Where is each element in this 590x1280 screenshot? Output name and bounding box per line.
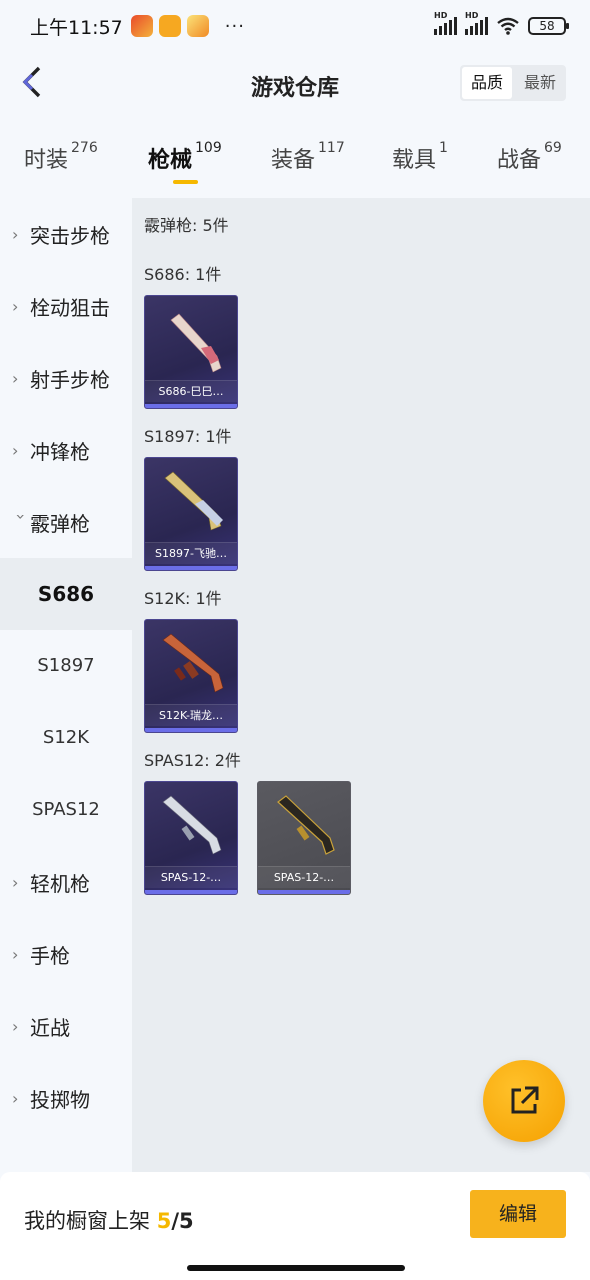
rarity-bar [145,890,237,894]
item-card-label: S686-巳巳… [145,380,237,402]
item-card-label: SPAS-12-… [258,866,350,888]
item-card[interactable]: S1897-飞驰… [144,457,238,571]
notes-app-icon [158,15,181,37]
active-tab-indicator [173,180,198,184]
group-heading: SPAS12: 2件 [144,751,241,770]
chevron-right-icon: › [12,440,19,460]
chevron-down-icon: › [11,513,31,520]
tab-fashion[interactable]: 时装 276 [24,140,98,174]
group-heading: S12K: 1件 [144,589,222,608]
game-app-icon [130,15,153,37]
status-bar: 上午11:57 ··· HD HD 58 [0,0,590,52]
wifi-icon [497,17,519,35]
shotgun-icon [277,795,335,855]
item-card[interactable]: SPAS-12-… [257,781,351,895]
sidebar-item-pistol[interactable]: › 手枪 [0,918,132,990]
sidebar-item-dmr[interactable]: › 射手步枪 [0,342,132,414]
sort-newest-button[interactable]: 最新 [514,65,566,101]
item-card-label: SPAS-12-… [145,866,237,888]
sidebar-item-lmg[interactable]: › 轻机枪 [0,846,132,918]
item-card-label: S1897-飞驰… [145,542,237,564]
shotgun-icon [164,471,223,531]
sidebar-item-throwable[interactable]: › 投掷物 [0,1062,132,1134]
rifle-icon [162,633,224,693]
header: 游戏仓库 品质 最新 [0,52,590,116]
sidebar-item-bolt-sniper[interactable]: › 栓动狙击 [0,270,132,342]
chevron-right-icon: › [12,944,19,964]
sidebar-item-assault-rifle[interactable]: › 突击步枪 [0,198,132,270]
chevron-right-icon: › [12,1088,19,1108]
battery-icon: 58 [528,17,569,35]
showcase-count: 5 [156,1209,172,1233]
more-notifications-icon: ··· [224,15,245,37]
category-tabs: 时装 276 枪械 109 装备 117 载具 1 战备 69 [0,132,590,198]
share-button[interactable] [483,1060,565,1142]
shotgun-icon [170,313,222,373]
chevron-right-icon: › [12,224,19,244]
sidebar-item-shotgun[interactable]: › 霰弹枪 [0,486,132,558]
group-heading: S686: 1件 [144,265,222,284]
group-heading: S1897: 1件 [144,427,232,446]
category-summary: 霰弹枪: 5件 [144,216,229,235]
status-time: 上午11:57 [30,16,123,39]
chevron-right-icon: › [12,872,19,892]
chevron-right-icon: › [12,296,19,316]
tab-equipment[interactable]: 装备 117 [271,140,345,174]
tab-supplies[interactable]: 战备 69 [497,140,562,174]
edit-button[interactable]: 编辑 [470,1190,566,1238]
chevron-right-icon: › [12,368,19,388]
item-card[interactable]: S12K-瑞龙… [144,619,238,733]
sidebar-sub-s12k[interactable]: S12K [0,702,132,774]
share-icon [511,1086,539,1114]
item-card[interactable]: SPAS-12-… [144,781,238,895]
signal-icon-2: HD [465,11,488,35]
bottom-bar: 我的橱窗上架 5/5 编辑 [0,1172,590,1280]
signal-icon: HD [434,11,457,35]
rarity-bar [145,728,237,732]
sidebar-item-smg[interactable]: › 冲锋枪 [0,414,132,486]
sidebar-item-melee[interactable]: › 近战 [0,990,132,1062]
rarity-bar [145,566,237,570]
home-indicator[interactable] [187,1265,405,1271]
chevron-right-icon: › [12,1016,19,1036]
item-grid: 霰弹枪: 5件 S686: 1件 S686-巳巳… S1897: 1件 S189… [132,198,590,1172]
rarity-bar [145,404,237,408]
rarity-bar [258,890,350,894]
app-notification-icon [186,15,209,37]
sort-quality-button[interactable]: 品质 [462,67,512,99]
showcase-total: /5 [171,1209,194,1233]
sidebar-sub-s1897[interactable]: S1897 [0,630,132,702]
tab-firearms[interactable]: 枪械 109 [148,140,222,174]
item-card[interactable]: S686-巳巳… [144,295,238,409]
sidebar-sub-s686[interactable]: S686 [0,558,132,630]
item-card-label: S12K-瑞龙… [145,704,237,726]
tab-vehicles[interactable]: 载具 1 [392,140,448,174]
shotgun-icon [162,795,222,855]
sidebar: › 突击步枪 › 栓动狙击 › 射手步枪 › 冲锋枪 › 霰弹枪 S686 S1897 S… [0,198,132,1172]
showcase-status: 我的橱窗上架 5/5 [24,1209,194,1233]
sidebar-sub-spas12[interactable]: SPAS12 [0,774,132,846]
sort-toggle: 品质 最新 [460,65,566,101]
